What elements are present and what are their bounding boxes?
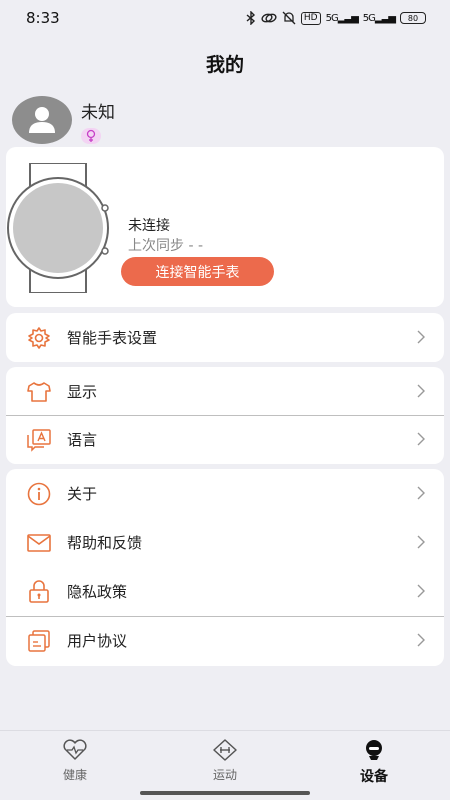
menu-item-help[interactable]: 帮助和反馈	[6, 518, 444, 567]
status-icons: HD 5G▂▃▅ 5G▂▃▅ 80	[246, 11, 426, 25]
chevron-right-icon	[417, 535, 425, 549]
battery-icon: 80	[400, 12, 426, 24]
mute-bell-icon	[282, 11, 296, 25]
language-icon	[25, 427, 53, 453]
gear-icon	[25, 325, 53, 351]
menu-label-privacy: 隐私政策	[67, 583, 128, 601]
device-icon	[334, 737, 414, 763]
chevron-right-icon	[417, 633, 425, 647]
home-indicator[interactable]	[140, 791, 310, 795]
menu-item-agreement[interactable]: 用户协议	[6, 616, 444, 665]
settings-card: 智能手表设置	[6, 313, 444, 362]
chevron-right-icon	[417, 432, 425, 446]
bluetooth-icon	[246, 11, 255, 25]
last-sync: 上次同步 - -	[128, 238, 204, 254]
signal-5g-2: 5G▂▃▅	[362, 12, 396, 24]
menu-label-display: 显示	[67, 383, 98, 401]
menu-item-watch-settings[interactable]: 智能手表设置	[6, 313, 444, 362]
menu-item-display[interactable]: 显示	[6, 367, 444, 416]
mail-icon	[25, 530, 53, 556]
menu-label-agreement: 用户协议	[67, 632, 128, 650]
watch-illustration	[7, 163, 109, 293]
tab-device[interactable]: 设备	[334, 737, 414, 786]
tab-health[interactable]: 健康	[35, 737, 115, 783]
page-title: 我的	[205, 54, 244, 76]
user-icon	[29, 107, 55, 133]
chevron-right-icon	[417, 486, 425, 500]
dumbbell-icon	[185, 737, 265, 763]
avatar[interactable]	[12, 96, 72, 144]
menu-item-about[interactable]: 关于	[6, 469, 444, 518]
menu-item-language[interactable]: 语言	[6, 415, 444, 464]
device-status: 未连接	[128, 218, 170, 234]
signal-5g-1: 5G▂▃▅	[325, 12, 359, 24]
hd-badge: HD	[300, 11, 321, 25]
link-icon	[261, 13, 277, 23]
about-card: 关于 帮助和反馈 隐私政策 用户协议	[6, 469, 444, 666]
display-card: 显示 语言	[6, 367, 444, 464]
heart-icon	[35, 737, 115, 763]
bottom-tab-bar: 健康 运动 设备	[0, 730, 450, 800]
document-icon	[25, 628, 53, 654]
menu-label-help: 帮助和反馈	[67, 534, 143, 552]
menu-item-privacy[interactable]: 隐私政策	[6, 567, 444, 616]
status-time: 8:33	[26, 9, 60, 27]
tab-label-health: 健康	[62, 768, 87, 782]
username: 未知	[81, 103, 115, 123]
menu-label-language: 语言	[67, 431, 98, 449]
tab-label-device: 设备	[360, 769, 388, 785]
profile[interactable]: 未知	[12, 96, 115, 144]
chevron-right-icon	[417, 330, 425, 344]
device-card: 未连接 上次同步 - - 连接智能手表	[6, 147, 444, 307]
chevron-right-icon	[417, 384, 425, 398]
tab-sport[interactable]: 运动	[185, 737, 265, 783]
chevron-right-icon	[417, 584, 425, 598]
female-icon	[81, 128, 101, 144]
lock-icon	[25, 579, 53, 605]
connect-watch-button[interactable]: 连接智能手表	[121, 257, 274, 286]
status-bar: 8:33 HD 5G▂▃▅ 5G▂▃▅ 80	[0, 0, 450, 36]
tshirt-icon	[25, 379, 53, 405]
info-icon	[25, 481, 53, 507]
menu-label-watch-settings: 智能手表设置	[67, 329, 158, 347]
menu-label-about: 关于	[67, 485, 98, 503]
tab-label-sport: 运动	[212, 768, 237, 782]
